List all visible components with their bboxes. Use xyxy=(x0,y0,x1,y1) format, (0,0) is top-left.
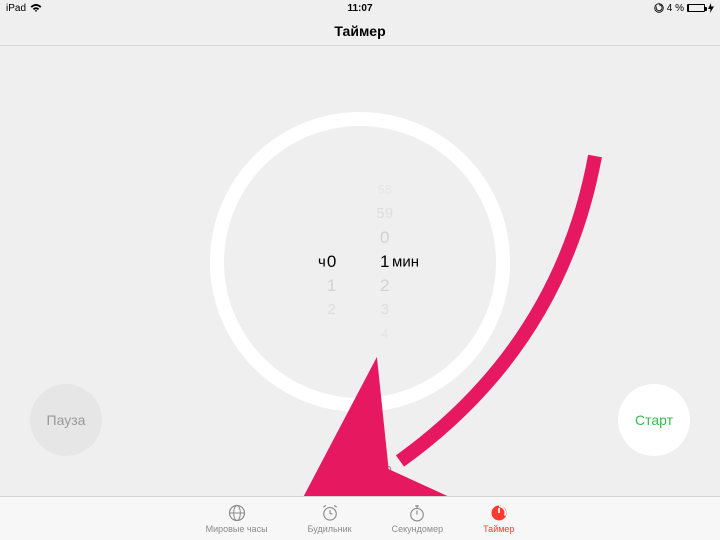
tab-label: Мировые часы xyxy=(206,524,268,534)
device-label: iPad xyxy=(6,3,26,14)
navbar: Таймер xyxy=(0,16,720,46)
music-note-icon: ♫ xyxy=(328,458,348,478)
minutes-selected: 1 xyxy=(380,250,389,274)
battery-icon xyxy=(687,4,705,12)
timer-icon xyxy=(489,503,509,523)
timer-content: 0 1 2 ч 58 59 0 1 2 3 4 мин Пауза Старт … xyxy=(0,46,720,496)
page-title: Таймер xyxy=(334,23,385,39)
hours-selected: 0 xyxy=(327,250,336,274)
time-picker[interactable]: 0 1 2 ч 58 59 0 1 2 3 4 мин xyxy=(327,178,393,346)
orientation-lock-icon xyxy=(654,3,664,13)
tab-label: Таймер xyxy=(483,524,514,534)
hours-unit: ч xyxy=(318,254,326,271)
charging-icon xyxy=(708,3,714,13)
pause-button[interactable]: Пауза xyxy=(30,384,102,456)
pause-button-label: Пауза xyxy=(47,412,86,428)
battery-percent: 4 % xyxy=(667,3,684,14)
alarm-icon xyxy=(320,503,340,523)
tab-alarm[interactable]: Будильник xyxy=(308,503,352,534)
tab-timer[interactable]: Таймер xyxy=(483,503,514,534)
timer-sound-label: Радар xyxy=(354,461,392,476)
status-bar: iPad 11:07 4 % xyxy=(0,0,720,16)
globe-icon xyxy=(227,503,247,523)
minutes-column[interactable]: 58 59 0 1 2 3 4 xyxy=(376,178,393,346)
stopwatch-icon xyxy=(407,503,427,523)
minutes-unit: мин xyxy=(392,254,419,271)
start-button-label: Старт xyxy=(635,412,673,428)
hours-column[interactable]: 0 1 2 xyxy=(327,178,336,346)
tab-label: Будильник xyxy=(308,524,352,534)
tab-stopwatch[interactable]: Секундомер xyxy=(392,503,443,534)
statusbar-time: 11:07 xyxy=(347,3,372,14)
start-button[interactable]: Старт xyxy=(618,384,690,456)
timer-sound-row[interactable]: ♫ Радар xyxy=(328,458,392,478)
wifi-icon xyxy=(30,3,42,13)
timer-dial: 0 1 2 ч 58 59 0 1 2 3 4 мин xyxy=(210,112,510,412)
tab-bar: Мировые часы Будильник Секундомер Таймер xyxy=(0,496,720,540)
tab-world-clock[interactable]: Мировые часы xyxy=(206,503,268,534)
tab-label: Секундомер xyxy=(392,524,443,534)
